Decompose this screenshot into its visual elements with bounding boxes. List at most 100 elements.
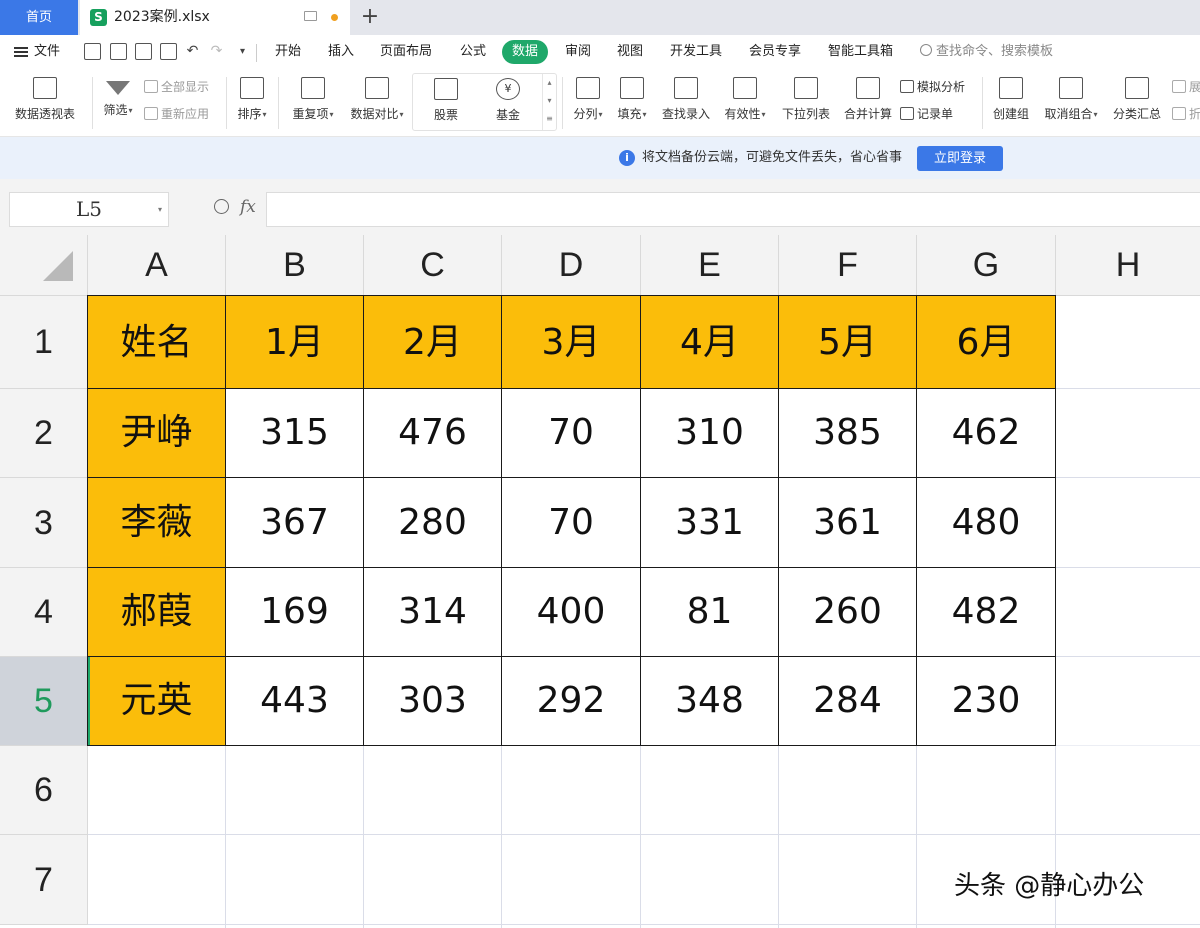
row-header-1[interactable]: 1 [0,296,88,389]
cell-a5[interactable]: 元英 [87,657,226,746]
cell-e5[interactable]: 348 [641,657,779,746]
row-header-7[interactable]: 7 [0,835,88,925]
cell-g4[interactable]: 482 [917,568,1056,657]
cell-c4[interactable]: 314 [364,568,502,657]
validity-button[interactable]: 有效性▾ [718,77,772,122]
lookup-entry-button[interactable]: 查找录入 [656,77,716,122]
menu-tab-view[interactable]: 视图 [617,35,643,69]
menu-tab-page-layout[interactable]: 页面布局 [380,35,432,69]
chevron-down-icon[interactable]: ▾ [543,92,556,110]
gallery-more-icon[interactable]: ≡ [543,110,556,128]
menu-tab-data[interactable]: 数据 [502,40,549,64]
cell-e1[interactable]: 4月 [641,295,779,389]
pivot-table-button[interactable]: 数据透视表 [10,77,80,122]
cell-c1[interactable]: 2月 [364,295,502,389]
duplicates-button[interactable]: 重复项▾ [286,77,340,122]
export-icon[interactable] [110,43,127,60]
cell-g2[interactable]: 462 [917,389,1056,478]
collapse-detail-button[interactable]: 折 [1172,105,1200,123]
cell-d4[interactable]: 400 [502,568,641,657]
row-header-5-selected[interactable]: 5 [0,657,88,746]
create-group-button[interactable]: 创建组 [988,77,1034,122]
tab-document[interactable]: S 2023案例.xlsx [80,0,350,35]
row-header-2[interactable]: 2 [0,389,88,478]
cell-b3[interactable]: 367 [226,478,364,568]
filter-button[interactable]: 筛选▾ [98,77,138,118]
ungroup-button[interactable]: 取消组合▾ [1040,77,1102,122]
select-all-button[interactable] [0,235,88,296]
split-column-button[interactable]: 分列▾ [568,77,608,122]
gallery-scroll[interactable]: ▴ ▾ ≡ [542,74,556,130]
cell-a2[interactable]: 尹峥 [87,389,226,478]
menu-tab-member[interactable]: 会员专享 [749,35,801,69]
column-header-a[interactable]: A [88,235,226,296]
insert-function-button[interactable]: fx [240,197,256,217]
menu-tab-developer[interactable]: 开发工具 [670,35,722,69]
cell-c3[interactable]: 280 [364,478,502,568]
reapply-button[interactable]: 重新应用 [144,105,209,123]
cell-b5[interactable]: 443 [226,657,364,746]
cell-b2[interactable]: 315 [226,389,364,478]
print-preview-icon[interactable] [160,43,177,60]
cell-d3[interactable]: 70 [502,478,641,568]
show-all-button[interactable]: 全部显示 [144,78,209,96]
chevron-up-icon[interactable]: ▴ [543,74,556,92]
column-header-h[interactable]: H [1056,235,1200,296]
cell-b4[interactable]: 169 [226,568,364,657]
fill-button[interactable]: 填充▾ [612,77,652,122]
cell-e2[interactable]: 310 [641,389,779,478]
new-tab-button[interactable]: + [358,2,382,32]
cell-g5[interactable]: 230 [917,657,1056,746]
cell-f1[interactable]: 5月 [779,295,917,389]
cell-a4[interactable]: 郝葭 [87,568,226,657]
cell-e4[interactable]: 81 [641,568,779,657]
cell-f5[interactable]: 284 [779,657,917,746]
redo-icon[interactable]: ↷ [208,43,225,60]
cell-b1[interactable]: 1月 [226,295,364,389]
column-header-d[interactable]: D [502,235,641,296]
row-header-3[interactable]: 3 [0,478,88,568]
data-compare-button[interactable]: 数据对比▾ [345,77,409,122]
expand-detail-button[interactable]: 展 [1172,78,1200,96]
zoom-search-icon[interactable] [214,199,229,214]
cell-f3[interactable]: 361 [779,478,917,568]
column-header-b[interactable]: B [226,235,364,296]
save-icon[interactable] [84,43,101,60]
customize-dropdown-icon[interactable]: ▾ [234,43,251,60]
cell-c2[interactable]: 476 [364,389,502,478]
column-header-e[interactable]: E [641,235,779,296]
stock-button[interactable]: 股票 [419,78,473,123]
menu-tab-formula[interactable]: 公式 [460,35,486,69]
subtotal-button[interactable]: 分类汇总 [1108,77,1166,122]
column-header-f[interactable]: F [779,235,917,296]
cell-d2[interactable]: 70 [502,389,641,478]
formula-input[interactable] [266,192,1200,227]
cell-f2[interactable]: 385 [779,389,917,478]
sort-button[interactable]: 排序▾ [232,77,272,122]
merge-calculate-button[interactable]: 合并计算 [838,77,898,122]
login-button[interactable]: 立即登录 [917,146,1003,171]
cell-d1[interactable]: 3月 [502,295,641,389]
chevron-down-icon[interactable]: ▾ [158,193,162,226]
command-search[interactable]: 查找命令、搜索模板 [920,35,1053,69]
menu-tab-smart-toolbox[interactable]: 智能工具箱 [828,35,893,69]
cell-a3[interactable]: 李薇 [87,478,226,568]
cell-d5[interactable]: 292 [502,657,641,746]
file-menu[interactable]: 文件 [14,35,60,69]
tab-home[interactable]: 首页 [0,0,78,35]
record-form-button[interactable]: 记录单 [900,105,953,123]
cell-g1[interactable]: 6月 [917,295,1056,389]
monitor-icon[interactable] [304,11,317,21]
cell-g3[interactable]: 480 [917,478,1056,568]
cell-c5[interactable]: 303 [364,657,502,746]
menu-tab-home[interactable]: 开始 [275,35,301,69]
menu-tab-review[interactable]: 审阅 [565,35,591,69]
undo-icon[interactable]: ↶ [184,43,201,60]
cell-e3[interactable]: 331 [641,478,779,568]
menu-tab-insert[interactable]: 插入 [328,35,354,69]
print-icon[interactable] [135,43,152,60]
name-box[interactable]: L5 ▾ [9,192,169,227]
row-header-6[interactable]: 6 [0,746,88,835]
column-header-c[interactable]: C [364,235,502,296]
row-header-4[interactable]: 4 [0,568,88,657]
